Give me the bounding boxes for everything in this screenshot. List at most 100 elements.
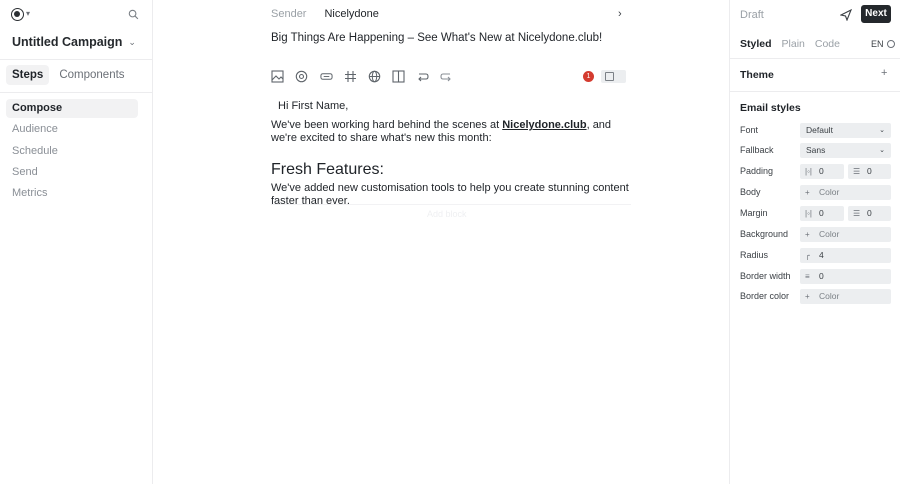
- divider: [0, 59, 152, 60]
- border-width-input[interactable]: ≡ 0: [800, 269, 891, 284]
- background-color-value: Color: [819, 229, 840, 239]
- radius-input[interactable]: ╭ 4: [800, 248, 891, 263]
- language-code: EN: [871, 39, 884, 49]
- columns-icon[interactable]: [392, 70, 405, 83]
- font-select[interactable]: Default ⌄: [800, 123, 891, 138]
- workspace-logo-icon[interactable]: [11, 8, 24, 21]
- add-block-placeholder[interactable]: Add block: [427, 209, 467, 219]
- margin-label: Margin: [740, 208, 768, 218]
- language-selector[interactable]: EN: [871, 39, 895, 49]
- campaign-name: Untitled Campaign: [12, 35, 123, 49]
- chevron-right-icon[interactable]: ›: [618, 8, 622, 20]
- sender-row: Sender Nicelydone: [271, 8, 379, 20]
- tab-styled[interactable]: Styled: [740, 38, 772, 50]
- sender-value[interactable]: Nicelydone: [324, 8, 378, 20]
- next-button[interactable]: Next: [861, 5, 891, 23]
- undo-icon[interactable]: [416, 70, 429, 83]
- email-editor: Sender Nicelydone › Big Things Are Happe…: [154, 0, 729, 484]
- theme-heading: Theme: [740, 69, 774, 81]
- margin-row: Margin |◦| 0 ☰ 0: [740, 206, 892, 221]
- button-icon[interactable]: [319, 70, 333, 83]
- padding-row: Padding |◦| 0 ☰ 0: [740, 164, 892, 179]
- chevron-down-icon: ⌄: [128, 37, 136, 47]
- chevron-down-icon: ⌄: [879, 147, 885, 154]
- chevron-down-icon[interactable]: ▾: [26, 9, 30, 18]
- step-send[interactable]: Send: [6, 163, 138, 182]
- greeting-text[interactable]: Hi First Name,: [278, 100, 631, 112]
- paragraph-intro[interactable]: We've been working hard behind the scene…: [271, 119, 631, 145]
- subject-line[interactable]: Big Things Are Happening – See What's Ne…: [271, 32, 602, 44]
- status-badge: Draft: [740, 9, 764, 21]
- step-metrics[interactable]: Metrics: [6, 184, 138, 203]
- corner-radius-icon: ╭: [805, 251, 810, 260]
- section-heading[interactable]: Fresh Features:: [271, 161, 631, 179]
- tab-code[interactable]: Code: [815, 38, 840, 50]
- editor-toolbar: [271, 70, 453, 83]
- step-compose[interactable]: Compose: [6, 99, 138, 118]
- body-label: Body: [740, 187, 761, 197]
- divider: [0, 92, 152, 93]
- campaign-selector[interactable]: Untitled Campaign ⌄: [12, 35, 136, 49]
- fallback-label: Fallback: [740, 145, 774, 155]
- tab-plain[interactable]: Plain: [782, 38, 805, 50]
- fallback-row: Fallback Sans ⌄: [740, 143, 892, 158]
- step-audience[interactable]: Audience: [6, 120, 138, 139]
- mention-icon[interactable]: [295, 70, 308, 83]
- plus-icon: +: [805, 188, 810, 197]
- preview-toggle[interactable]: [601, 70, 626, 83]
- padding-horizontal-value: 0: [819, 166, 824, 176]
- plus-icon: +: [805, 292, 810, 301]
- send-test-icon[interactable]: [840, 9, 852, 21]
- issue-count-badge[interactable]: 1: [583, 71, 594, 82]
- block-divider: [271, 204, 631, 205]
- margin-horizontal-input[interactable]: |◦| 0: [800, 206, 844, 221]
- horizontal-spacing-icon: |◦|: [805, 167, 812, 176]
- radius-row: Radius ╭ 4: [740, 248, 892, 263]
- vertical-spacing-icon: ☰: [853, 209, 861, 218]
- add-theme-icon[interactable]: +: [881, 67, 887, 79]
- globe-icon[interactable]: [368, 70, 381, 83]
- background-label: Background: [740, 229, 789, 239]
- email-styles-heading: Email styles: [740, 102, 801, 114]
- fallback-select[interactable]: Sans ⌄: [800, 143, 891, 158]
- margin-vertical-input[interactable]: ☰ 0: [848, 206, 891, 221]
- steps-list: Compose Audience Schedule Send Metrics: [6, 99, 138, 205]
- tab-components[interactable]: Components: [53, 65, 130, 85]
- hash-icon[interactable]: [344, 70, 357, 83]
- border-width-label: Border width: [740, 271, 791, 281]
- paragraph-text: We've been working hard behind the scene…: [271, 119, 503, 131]
- divider: [730, 58, 900, 59]
- search-icon[interactable]: [128, 9, 139, 20]
- border-width-value: 0: [819, 271, 824, 281]
- step-schedule[interactable]: Schedule: [6, 142, 138, 161]
- margin-vertical-value: 0: [867, 208, 872, 218]
- radius-label: Radius: [740, 250, 769, 260]
- horizontal-spacing-icon: |◦|: [805, 209, 812, 218]
- sidebar-tabs: Steps Components: [6, 65, 131, 85]
- padding-horizontal-input[interactable]: |◦| 0: [800, 164, 844, 179]
- border-color-input[interactable]: + Color: [800, 289, 891, 304]
- body-color-input[interactable]: + Color: [800, 185, 891, 200]
- tab-steps[interactable]: Steps: [6, 65, 50, 85]
- mode-tabs: Styled Plain Code: [740, 38, 840, 50]
- chevron-down-icon: ⌄: [879, 127, 885, 134]
- padding-label: Padding: [740, 166, 774, 176]
- padding-vertical-value: 0: [867, 166, 872, 176]
- background-row: Background + Color: [740, 227, 892, 242]
- plus-icon: +: [805, 230, 810, 239]
- radius-value: 4: [819, 250, 824, 260]
- margin-horizontal-value: 0: [819, 208, 824, 218]
- background-color-input[interactable]: + Color: [800, 227, 891, 242]
- site-link[interactable]: Nicelydone.club: [502, 119, 586, 131]
- line-weight-icon: ≡: [805, 272, 810, 281]
- font-row: Font Default ⌄: [740, 123, 892, 138]
- image-icon[interactable]: [271, 70, 284, 83]
- body-row: Body + Color: [740, 185, 892, 200]
- border-color-value: Color: [819, 291, 840, 301]
- padding-vertical-input[interactable]: ☰ 0: [848, 164, 891, 179]
- fallback-value: Sans: [806, 145, 826, 155]
- email-body[interactable]: Hi First Name, We've been working hard b…: [271, 100, 631, 224]
- redo-icon[interactable]: [440, 70, 453, 83]
- left-sidebar: ▾ Untitled Campaign ⌄ Steps Components C…: [0, 0, 153, 484]
- border-color-row: Border color + Color: [740, 289, 892, 304]
